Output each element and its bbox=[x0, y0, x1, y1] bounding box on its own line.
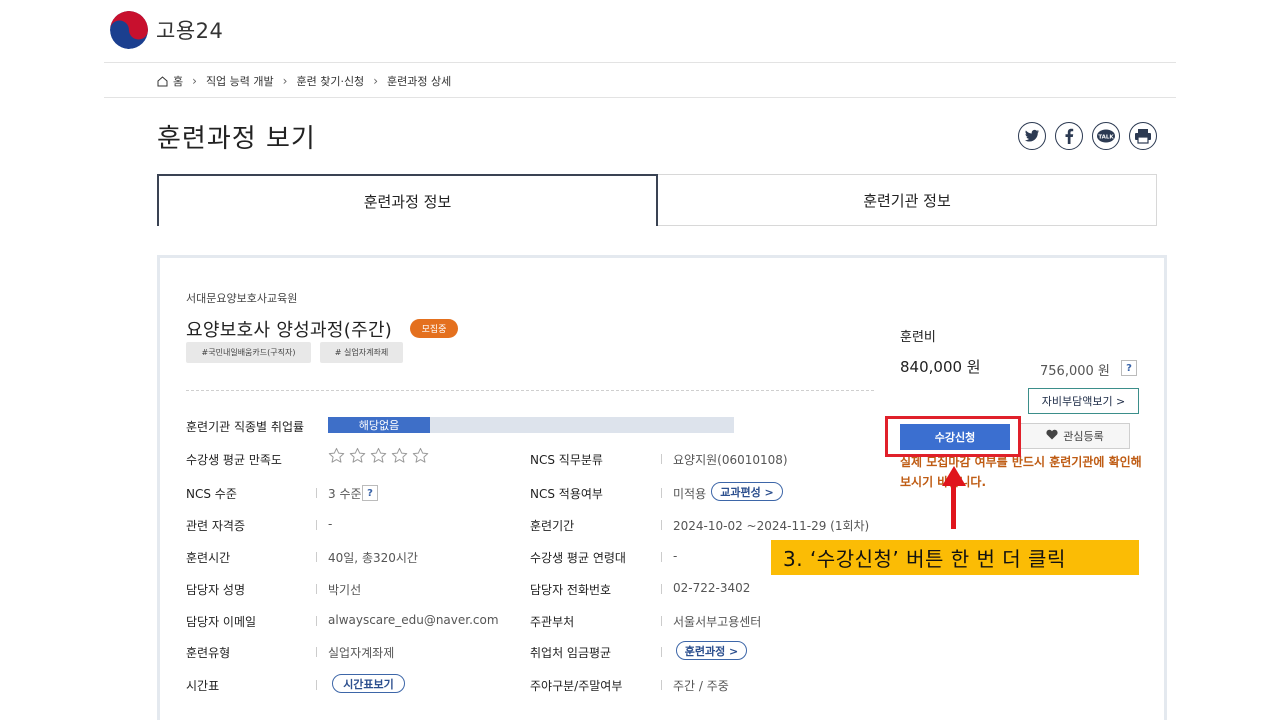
ncs-level-label: NCS 수준 bbox=[186, 487, 237, 501]
course-title: 요양보호사 양성과정(주간) bbox=[186, 320, 393, 341]
column-separator bbox=[661, 584, 662, 594]
certificate-value: - bbox=[328, 517, 333, 531]
training-type-label: 훈련유형 bbox=[186, 646, 231, 660]
favorite-button-label: 관심등록 bbox=[1063, 430, 1104, 443]
star-icon bbox=[328, 447, 345, 464]
timetable-button[interactable]: 시간표보기 bbox=[332, 674, 405, 693]
column-separator bbox=[316, 520, 317, 530]
column-separator bbox=[661, 488, 662, 498]
chevron-right-icon: › bbox=[282, 74, 288, 88]
avg-wage-label: 취업처 임금평균 bbox=[530, 646, 612, 660]
curriculum-button[interactable]: 교과편성 > bbox=[711, 482, 783, 501]
breadcrumb-item[interactable]: 훈련 찾기·신청 bbox=[296, 73, 364, 89]
column-separator bbox=[316, 584, 317, 594]
tab-institution-info[interactable]: 훈련기관 정보 bbox=[658, 174, 1157, 226]
period-value: 2024-10-02 ~2024-11-29 (1회차) bbox=[673, 519, 870, 533]
taegeuk-logo-icon bbox=[110, 11, 148, 49]
column-separator bbox=[316, 647, 317, 657]
star-icon bbox=[370, 447, 387, 464]
ncs-category-value: 요양지원(06010108) bbox=[673, 453, 788, 467]
instruction-callout: 3. ‘수강신청’ 버튼 한 번 더 클릭 bbox=[771, 540, 1139, 575]
breadcrumb: 홈 › 직업 능력 개발 › 훈련 찾기·신청 › 훈련과정 상세 bbox=[157, 72, 451, 90]
column-separator bbox=[316, 680, 317, 690]
site-logo[interactable]: 고용24 bbox=[110, 10, 223, 50]
manager-name-label: 담당자 성명 bbox=[186, 583, 246, 597]
column-separator bbox=[661, 680, 662, 690]
twitter-icon[interactable] bbox=[1018, 122, 1046, 150]
svg-text:TALK: TALK bbox=[1098, 134, 1114, 140]
period-label: 훈련기간 bbox=[530, 519, 575, 533]
day-type-value: 주간 / 주중 bbox=[673, 679, 729, 693]
training-hours-value: 40일, 총320시간 bbox=[328, 551, 418, 565]
fee-support-amount: 756,000 원 bbox=[1040, 364, 1110, 379]
heart-icon bbox=[1046, 429, 1058, 443]
course-tag: #국민내일배움카드(구직자) bbox=[186, 342, 311, 363]
facebook-icon[interactable] bbox=[1055, 122, 1083, 150]
column-separator bbox=[316, 488, 317, 498]
section-divider bbox=[186, 390, 874, 391]
header-divider bbox=[104, 62, 1176, 63]
column-separator bbox=[661, 616, 662, 626]
ncs-category-label: NCS 직무분류 bbox=[530, 453, 603, 467]
home-icon[interactable] bbox=[157, 75, 168, 87]
column-separator bbox=[661, 520, 662, 530]
tab-underline bbox=[658, 225, 1157, 226]
breadcrumb-divider bbox=[104, 97, 1176, 98]
avg-age-value: - bbox=[673, 549, 678, 563]
pointer-arrow-shaft bbox=[951, 484, 956, 529]
timetable-label: 시간표 bbox=[186, 679, 220, 693]
favorite-button[interactable]: 관심등록 bbox=[1020, 423, 1130, 449]
self-pay-button[interactable]: 자비부담액보기 > bbox=[1028, 388, 1139, 414]
manager-email-label: 담당자 이메일 bbox=[186, 615, 257, 629]
employment-rate-label: 훈련기관 직종별 취업률 bbox=[186, 420, 305, 434]
day-type-label: 주야구분/주말여부 bbox=[530, 679, 623, 693]
apply-button-highlight bbox=[885, 416, 1021, 457]
manager-email-value: alwayscare_edu@naver.com bbox=[328, 613, 499, 627]
tab-course-info[interactable]: 훈련과정 정보 bbox=[157, 174, 658, 226]
star-icon bbox=[391, 447, 408, 464]
column-separator bbox=[316, 616, 317, 626]
column-separator bbox=[661, 647, 662, 657]
course-tag: # 실업자계좌제 bbox=[320, 342, 403, 363]
pointer-arrow-icon bbox=[942, 466, 966, 486]
recruit-notice: 실제 모집마감 여부를 반드시 훈련기관에 확인해보시기 바랍니다. bbox=[900, 455, 1142, 489]
breadcrumb-item[interactable]: 훈련과정 상세 bbox=[387, 73, 451, 89]
ncs-level-help-button[interactable]: ? bbox=[362, 485, 378, 501]
chevron-right-icon: › bbox=[373, 74, 378, 88]
breadcrumb-home[interactable]: 홈 bbox=[173, 73, 183, 89]
column-separator bbox=[316, 552, 317, 562]
certificate-label: 관련 자격증 bbox=[186, 519, 246, 533]
kakaotalk-icon[interactable]: TALK bbox=[1092, 122, 1120, 150]
satisfaction-label: 수강생 평균 만족도 bbox=[186, 453, 282, 467]
column-separator bbox=[661, 552, 662, 562]
breadcrumb-item[interactable]: 직업 능력 개발 bbox=[206, 73, 274, 89]
ncs-applied-value: 미적용 bbox=[673, 487, 707, 501]
dept-label: 주관부처 bbox=[530, 615, 575, 629]
satisfaction-stars bbox=[328, 447, 429, 464]
manager-name-value: 박기선 bbox=[328, 583, 362, 597]
page-title: 훈련과정 보기 bbox=[157, 124, 316, 154]
avg-age-label: 수강생 평균 연령대 bbox=[530, 551, 626, 565]
star-icon bbox=[412, 447, 429, 464]
training-type-value: 실업자계좌제 bbox=[328, 646, 395, 660]
site-logo-text: 고용24 bbox=[156, 19, 224, 43]
status-badge: 모집중 bbox=[410, 319, 458, 338]
training-hours-label: 훈련시간 bbox=[186, 551, 231, 565]
manager-phone-value: 02-722-3402 bbox=[673, 581, 751, 595]
print-icon[interactable] bbox=[1129, 122, 1157, 150]
institution-name: 서대문요양보호사교육원 bbox=[186, 292, 298, 305]
fee-label: 훈련비 bbox=[900, 330, 936, 345]
column-separator bbox=[661, 454, 662, 464]
ncs-level-value: 3 수준 bbox=[328, 487, 362, 501]
dept-value: 서울서부고용센터 bbox=[673, 615, 762, 629]
course-wage-button[interactable]: 훈련과정 > bbox=[676, 641, 747, 660]
chevron-right-icon: › bbox=[192, 74, 197, 88]
star-icon bbox=[349, 447, 366, 464]
ncs-applied-label: NCS 적용여부 bbox=[530, 487, 603, 501]
fee-help-button[interactable]: ? bbox=[1121, 360, 1137, 376]
fee-amount: 840,000 원 bbox=[900, 358, 981, 376]
manager-phone-label: 담당자 전화번호 bbox=[530, 583, 612, 597]
employment-rate-fill: 해당없음 bbox=[328, 417, 430, 433]
